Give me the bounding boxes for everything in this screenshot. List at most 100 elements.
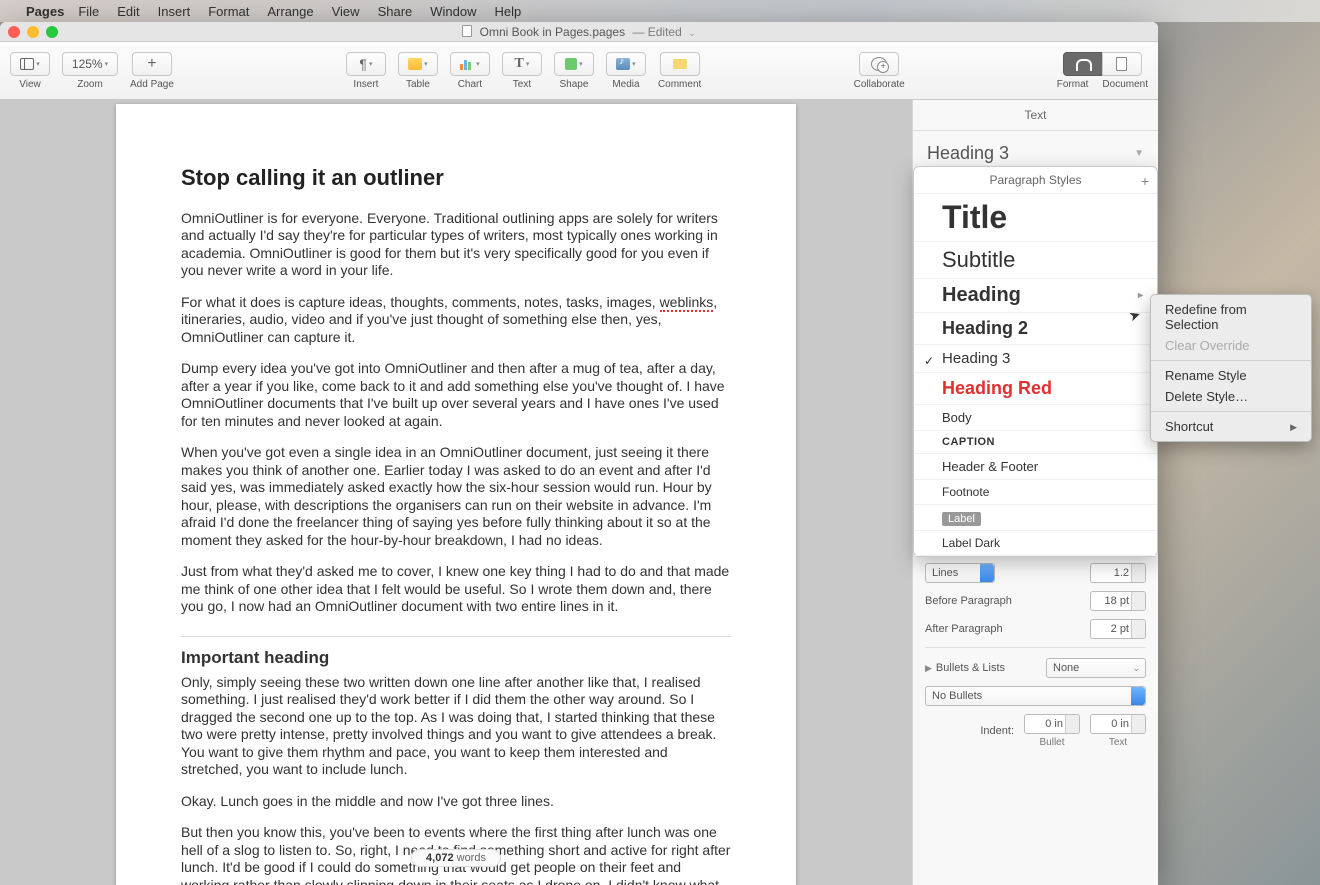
menu-shortcut[interactable]: Shortcut bbox=[1151, 416, 1311, 437]
media-button[interactable]: ▾ bbox=[606, 52, 646, 76]
menu-arrange[interactable]: Arrange bbox=[267, 4, 313, 19]
zoom-value: 125% bbox=[72, 57, 103, 71]
media-label: Media bbox=[612, 79, 639, 90]
menu-clear-override: Clear Override bbox=[1151, 335, 1311, 356]
style-body[interactable]: Body bbox=[914, 405, 1157, 431]
insert-button[interactable]: ¶▾ bbox=[346, 52, 386, 76]
before-paragraph-value[interactable]: 18 pt bbox=[1090, 591, 1146, 611]
menu-help[interactable]: Help bbox=[495, 4, 522, 19]
style-caption[interactable]: CAPTION bbox=[914, 431, 1157, 454]
paragraph[interactable]: Okay. Lunch goes in the middle and now I… bbox=[181, 793, 731, 811]
paragraph-styles-popover: Paragraph Styles + Title Subtitle Headin… bbox=[913, 166, 1158, 557]
document-button[interactable] bbox=[1102, 52, 1142, 76]
app-menu[interactable]: Pages bbox=[26, 4, 64, 19]
menu-format[interactable]: Format bbox=[208, 4, 249, 19]
add-style-button[interactable]: + bbox=[1141, 173, 1149, 189]
style-subtitle[interactable]: Subtitle bbox=[914, 242, 1157, 279]
paragraph[interactable]: For what it does is capture ideas, thoug… bbox=[181, 294, 731, 347]
menu-delete-style[interactable]: Delete Style… bbox=[1151, 386, 1311, 407]
format-icon bbox=[1076, 57, 1090, 71]
style-label[interactable]: Label bbox=[914, 505, 1157, 531]
collaborate-label: Collaborate bbox=[854, 79, 905, 90]
spellcheck-underline: weblinks bbox=[660, 294, 714, 312]
add-page-button[interactable]: + bbox=[132, 52, 172, 76]
page[interactable]: Stop calling it an outliner OmniOutliner… bbox=[116, 104, 796, 885]
table-button[interactable]: ▾ bbox=[398, 52, 438, 76]
view-button[interactable]: ▾ bbox=[10, 52, 50, 76]
disclosure-triangle[interactable]: ▶ bbox=[925, 663, 932, 673]
menu-window[interactable]: Window bbox=[430, 4, 476, 19]
bullets-lists-label: Bullets & Lists bbox=[936, 662, 1005, 674]
popover-title: Paragraph Styles bbox=[989, 173, 1081, 187]
plus-icon: + bbox=[147, 55, 156, 73]
chevron-down-icon: ▼ bbox=[1134, 148, 1144, 159]
menu-share[interactable]: Share bbox=[378, 4, 413, 19]
chart-icon bbox=[460, 58, 474, 70]
shape-button[interactable]: ▾ bbox=[554, 52, 594, 76]
style-heading-red[interactable]: Heading Red bbox=[914, 373, 1157, 405]
paragraph[interactable]: OmniOutliner is for everyone. Everyone. … bbox=[181, 210, 731, 280]
document-label: Document bbox=[1102, 79, 1148, 90]
chart-button[interactable]: ▾ bbox=[450, 52, 490, 76]
minimize-button[interactable] bbox=[27, 26, 39, 38]
collaborate-button[interactable] bbox=[859, 52, 899, 76]
menu-redefine[interactable]: Redefine from Selection bbox=[1151, 299, 1311, 335]
app-window: Omni Book in Pages.pages — Edited ⌄ ▾ Vi… bbox=[0, 22, 1158, 885]
paragraph[interactable]: When you've got even a single idea in an… bbox=[181, 444, 731, 549]
toolbar: ▾ View 125%▾ Zoom + Add Page ¶▾ Insert ▾… bbox=[0, 42, 1158, 100]
menubar: Pages File Edit Insert Format Arrange Vi… bbox=[0, 0, 1320, 22]
inspector-tab-text[interactable]: Text bbox=[913, 100, 1158, 131]
style-header-footer[interactable]: Header & Footer bbox=[914, 454, 1157, 480]
close-button[interactable] bbox=[8, 26, 20, 38]
indent-bullet-label: Bullet bbox=[1024, 737, 1080, 748]
style-label-dark[interactable]: Label Dark bbox=[914, 531, 1157, 556]
title-dropdown[interactable]: ⌄ bbox=[688, 28, 696, 38]
text-button[interactable]: T▾ bbox=[502, 52, 542, 76]
line-spacing-value[interactable]: 1.2 bbox=[1090, 563, 1146, 583]
document-area[interactable]: Stop calling it an outliner OmniOutliner… bbox=[0, 100, 912, 885]
comment-label: Comment bbox=[658, 79, 701, 90]
indent-bullet-value[interactable]: 0 in bbox=[1024, 714, 1080, 734]
word-count[interactable]: 4,072 words bbox=[411, 849, 501, 867]
paragraph[interactable]: Only, simply seeing these two written do… bbox=[181, 674, 731, 779]
menu-view[interactable]: View bbox=[332, 4, 360, 19]
chart-label: Chart bbox=[458, 79, 482, 90]
style-footnote[interactable]: Footnote bbox=[914, 480, 1157, 505]
before-paragraph-label: Before Paragraph bbox=[925, 595, 1012, 607]
line-spacing-unit[interactable]: Lines bbox=[925, 563, 995, 583]
bullets-preset[interactable]: None⌄ bbox=[1046, 658, 1146, 678]
zoom-button[interactable]: 125%▾ bbox=[62, 52, 118, 76]
chevron-right-icon[interactable]: ▸ bbox=[1138, 290, 1143, 301]
indent-text-label: Text bbox=[1090, 737, 1146, 748]
paragraph[interactable]: Dump every idea you've got into OmniOutl… bbox=[181, 360, 731, 430]
menu-rename-style[interactable]: Rename Style bbox=[1151, 365, 1311, 386]
view-label: View bbox=[19, 79, 41, 90]
format-button[interactable] bbox=[1063, 52, 1103, 76]
table-icon bbox=[408, 58, 422, 70]
style-title[interactable]: Title bbox=[914, 194, 1157, 242]
after-paragraph-value[interactable]: 2 pt bbox=[1090, 619, 1146, 639]
comment-button[interactable] bbox=[660, 52, 700, 76]
style-heading2[interactable]: Heading 2 bbox=[914, 313, 1157, 345]
indent-text-value[interactable]: 0 in bbox=[1090, 714, 1146, 734]
insert-label: Insert bbox=[353, 79, 378, 90]
menu-edit[interactable]: Edit bbox=[117, 4, 139, 19]
collaborate-icon bbox=[871, 57, 887, 71]
heading-2[interactable]: Important heading bbox=[181, 636, 731, 668]
add-page-label: Add Page bbox=[130, 79, 174, 90]
format-label: Format bbox=[1057, 79, 1089, 90]
heading-1[interactable]: Stop calling it an outliner bbox=[181, 164, 731, 192]
table-label: Table bbox=[406, 79, 430, 90]
shape-label: Shape bbox=[559, 79, 588, 90]
fullscreen-button[interactable] bbox=[46, 26, 58, 38]
window-title: Omni Book in Pages.pages bbox=[480, 25, 625, 39]
style-heading[interactable]: Heading ▸ bbox=[914, 279, 1157, 313]
document-icon bbox=[1116, 57, 1127, 71]
paragraph[interactable]: Just from what they'd asked me to cover,… bbox=[181, 563, 731, 616]
menu-insert[interactable]: Insert bbox=[158, 4, 191, 19]
menu-file[interactable]: File bbox=[78, 4, 99, 19]
style-heading3[interactable]: Heading 3 bbox=[914, 345, 1157, 373]
text-icon: T bbox=[515, 56, 524, 72]
bullets-type[interactable]: No Bullets bbox=[925, 686, 1146, 706]
style-context-menu: Redefine from Selection Clear Override R… bbox=[1150, 294, 1312, 442]
